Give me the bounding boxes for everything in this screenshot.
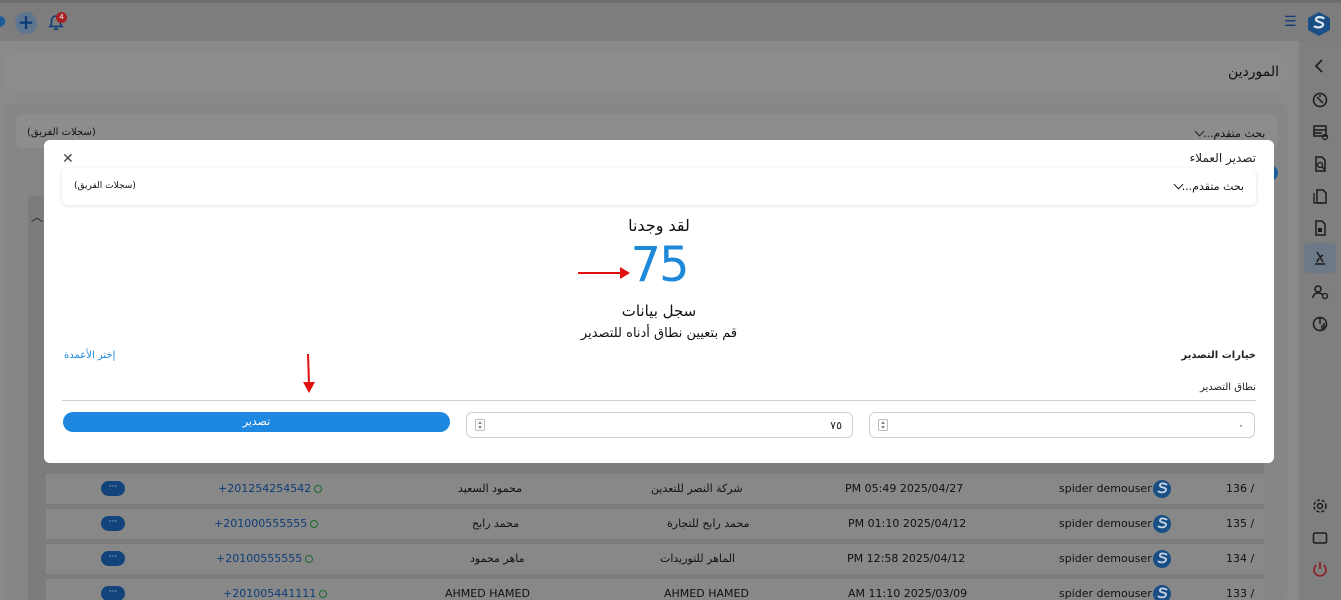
modal-title: تصدير العملاء <box>1189 151 1256 165</box>
user-avatar-icon <box>1152 479 1172 499</box>
modal-advanced-search-label: بحث متقدم... <box>1181 180 1244 193</box>
window-icon[interactable] <box>1311 529 1329 547</box>
users-settings-icon[interactable] <box>1311 283 1329 301</box>
contact-name: ماهر محمود <box>470 552 525 565</box>
export-customers-modal: تصدير العملاء ✕ (سجلات الفريق) بحث متقدم… <box>44 140 1274 463</box>
edge-circle-icon <box>0 16 5 27</box>
background-filter-scope: (سجلات الفريق) <box>27 127 96 138</box>
menu-icon[interactable]: ☰ <box>1284 15 1300 29</box>
phone-link[interactable]: +201000555555 <box>214 517 319 530</box>
created-by: spider demouser <box>1059 587 1152 600</box>
whatsapp-icon <box>314 485 323 493</box>
contact-name: محمود السعيد <box>458 482 523 495</box>
found-count: 75 <box>630 237 689 293</box>
created-by: spider demouser <box>1059 517 1152 530</box>
created-by: spider demouser <box>1059 552 1152 565</box>
company-name: محمد رابح للتجارة <box>667 517 750 530</box>
background-advanced-search[interactable]: بحث متقدم... <box>1190 126 1266 140</box>
range-from-value: ٠ <box>1238 419 1244 432</box>
power-icon[interactable] <box>1311 560 1329 578</box>
export-range-label: نطاق التصدير <box>1199 382 1256 393</box>
range-from-input[interactable]: ٠ <box>869 412 1255 438</box>
divider <box>62 400 1256 401</box>
modal-advanced-search[interactable]: بحث متقدم... <box>1169 179 1244 193</box>
company-name: الماهر للتوريدات <box>660 552 736 565</box>
top-bar: + 4 ☰ <box>0 3 1341 41</box>
company-name: AHMED HAMED <box>664 587 749 600</box>
user-avatar-icon <box>1152 584 1172 600</box>
range-to-input[interactable]: ٧٥ <box>466 412 853 438</box>
app-logo[interactable] <box>1306 11 1332 37</box>
table-row[interactable]: ··· +20100555555 ماهر محمود الماهر للتور… <box>46 544 1264 574</box>
record-id: 134 / <box>1226 552 1255 565</box>
user-avatar-icon <box>1152 549 1172 569</box>
created-by: spider demouser <box>1059 482 1152 495</box>
database-settings-icon[interactable] <box>1311 123 1329 141</box>
created-date: AM 11:10 2025/03/09 <box>848 587 968 600</box>
whatsapp-icon <box>319 590 328 598</box>
row-actions-button[interactable]: ··· <box>101 481 125 496</box>
choose-columns-link[interactable]: إختر الأعمدة <box>64 350 115 361</box>
phone-link[interactable]: +20100555555 <box>216 552 314 565</box>
chevron-left-icon[interactable] <box>1311 57 1329 75</box>
record-id: 136 / <box>1226 482 1255 495</box>
sidebar <box>1299 41 1341 600</box>
documents-icon[interactable] <box>1311 187 1329 205</box>
user-avatar-icon <box>1152 514 1172 534</box>
whatsapp-icon <box>310 520 319 528</box>
phone-number: +20100555555 <box>216 552 303 565</box>
row-actions-button[interactable]: ··· <box>101 516 125 531</box>
chevron-up-icon[interactable]: ︿ <box>31 208 43 225</box>
close-icon[interactable]: ✕ <box>62 152 76 166</box>
file-lock-icon[interactable] <box>1311 219 1329 237</box>
modal-filter-bar: (سجلات الفريق) بحث متقدم... <box>62 168 1256 205</box>
settings-gear-icon[interactable] <box>1311 497 1329 515</box>
annotation-arrow-right-icon <box>578 267 630 279</box>
phone-number: +201005441111 <box>223 587 317 600</box>
records-label: سجل بيانات <box>621 302 697 320</box>
record-id: 133 / <box>1226 587 1255 600</box>
row-actions-button[interactable]: ··· <box>101 586 125 600</box>
table-row[interactable]: ··· +201254254542 محمود السعيد شركة النص… <box>46 474 1264 504</box>
dashboard-icon[interactable] <box>1311 91 1329 109</box>
export-options-heading: خيارات التصدير <box>1181 350 1256 361</box>
company-name: شركة النصر للتعدين <box>651 482 743 495</box>
report-chart-icon[interactable] <box>1311 315 1329 333</box>
suppliers-icon[interactable] <box>1311 249 1329 267</box>
annotation-arrow-down-icon <box>303 354 315 393</box>
table-row[interactable]: ··· +201005441111 AHMED HAMED AHMED HAME… <box>46 579 1264 600</box>
modal-filter-scope: (سجلات الفريق) <box>74 181 136 191</box>
stepper-icon[interactable] <box>475 419 485 431</box>
background-advanced-search-label: بحث متقدم... <box>1203 127 1266 140</box>
notification-badge: 4 <box>56 12 67 23</box>
contact-name: AHMED HAMED <box>445 587 530 600</box>
created-date: PM 12:58 2025/04/12 <box>847 552 966 565</box>
found-label: لقد وجدنا <box>628 216 690 235</box>
add-button[interactable]: + <box>15 12 37 34</box>
record-id: 135 / <box>1226 517 1255 530</box>
phone-link[interactable]: +201005441111 <box>223 587 328 600</box>
range-to-value: ٧٥ <box>830 419 842 432</box>
set-range-instruction: قم بتعيين نطاق أدناه للتصدير <box>580 326 738 341</box>
whatsapp-icon <box>305 555 314 563</box>
stepper-icon[interactable] <box>878 419 888 431</box>
page-title: الموردين <box>1228 64 1280 80</box>
row-actions-button[interactable]: ··· <box>101 551 125 566</box>
phone-number: +201254254542 <box>218 482 312 495</box>
phone-link[interactable]: +201254254542 <box>218 482 323 495</box>
created-date: PM 05:49 2025/04/27 <box>845 482 964 495</box>
contact-name: محمد رابح <box>472 517 520 530</box>
phone-number: +201000555555 <box>214 517 308 530</box>
created-date: PM 01:10 2025/04/12 <box>848 517 967 530</box>
export-button[interactable]: تصدير <box>63 412 450 432</box>
file-search-icon[interactable] <box>1311 155 1329 173</box>
page-header <box>5 53 1287 91</box>
table-row[interactable]: ··· +201000555555 محمد رابح محمد رابح لل… <box>46 509 1264 539</box>
